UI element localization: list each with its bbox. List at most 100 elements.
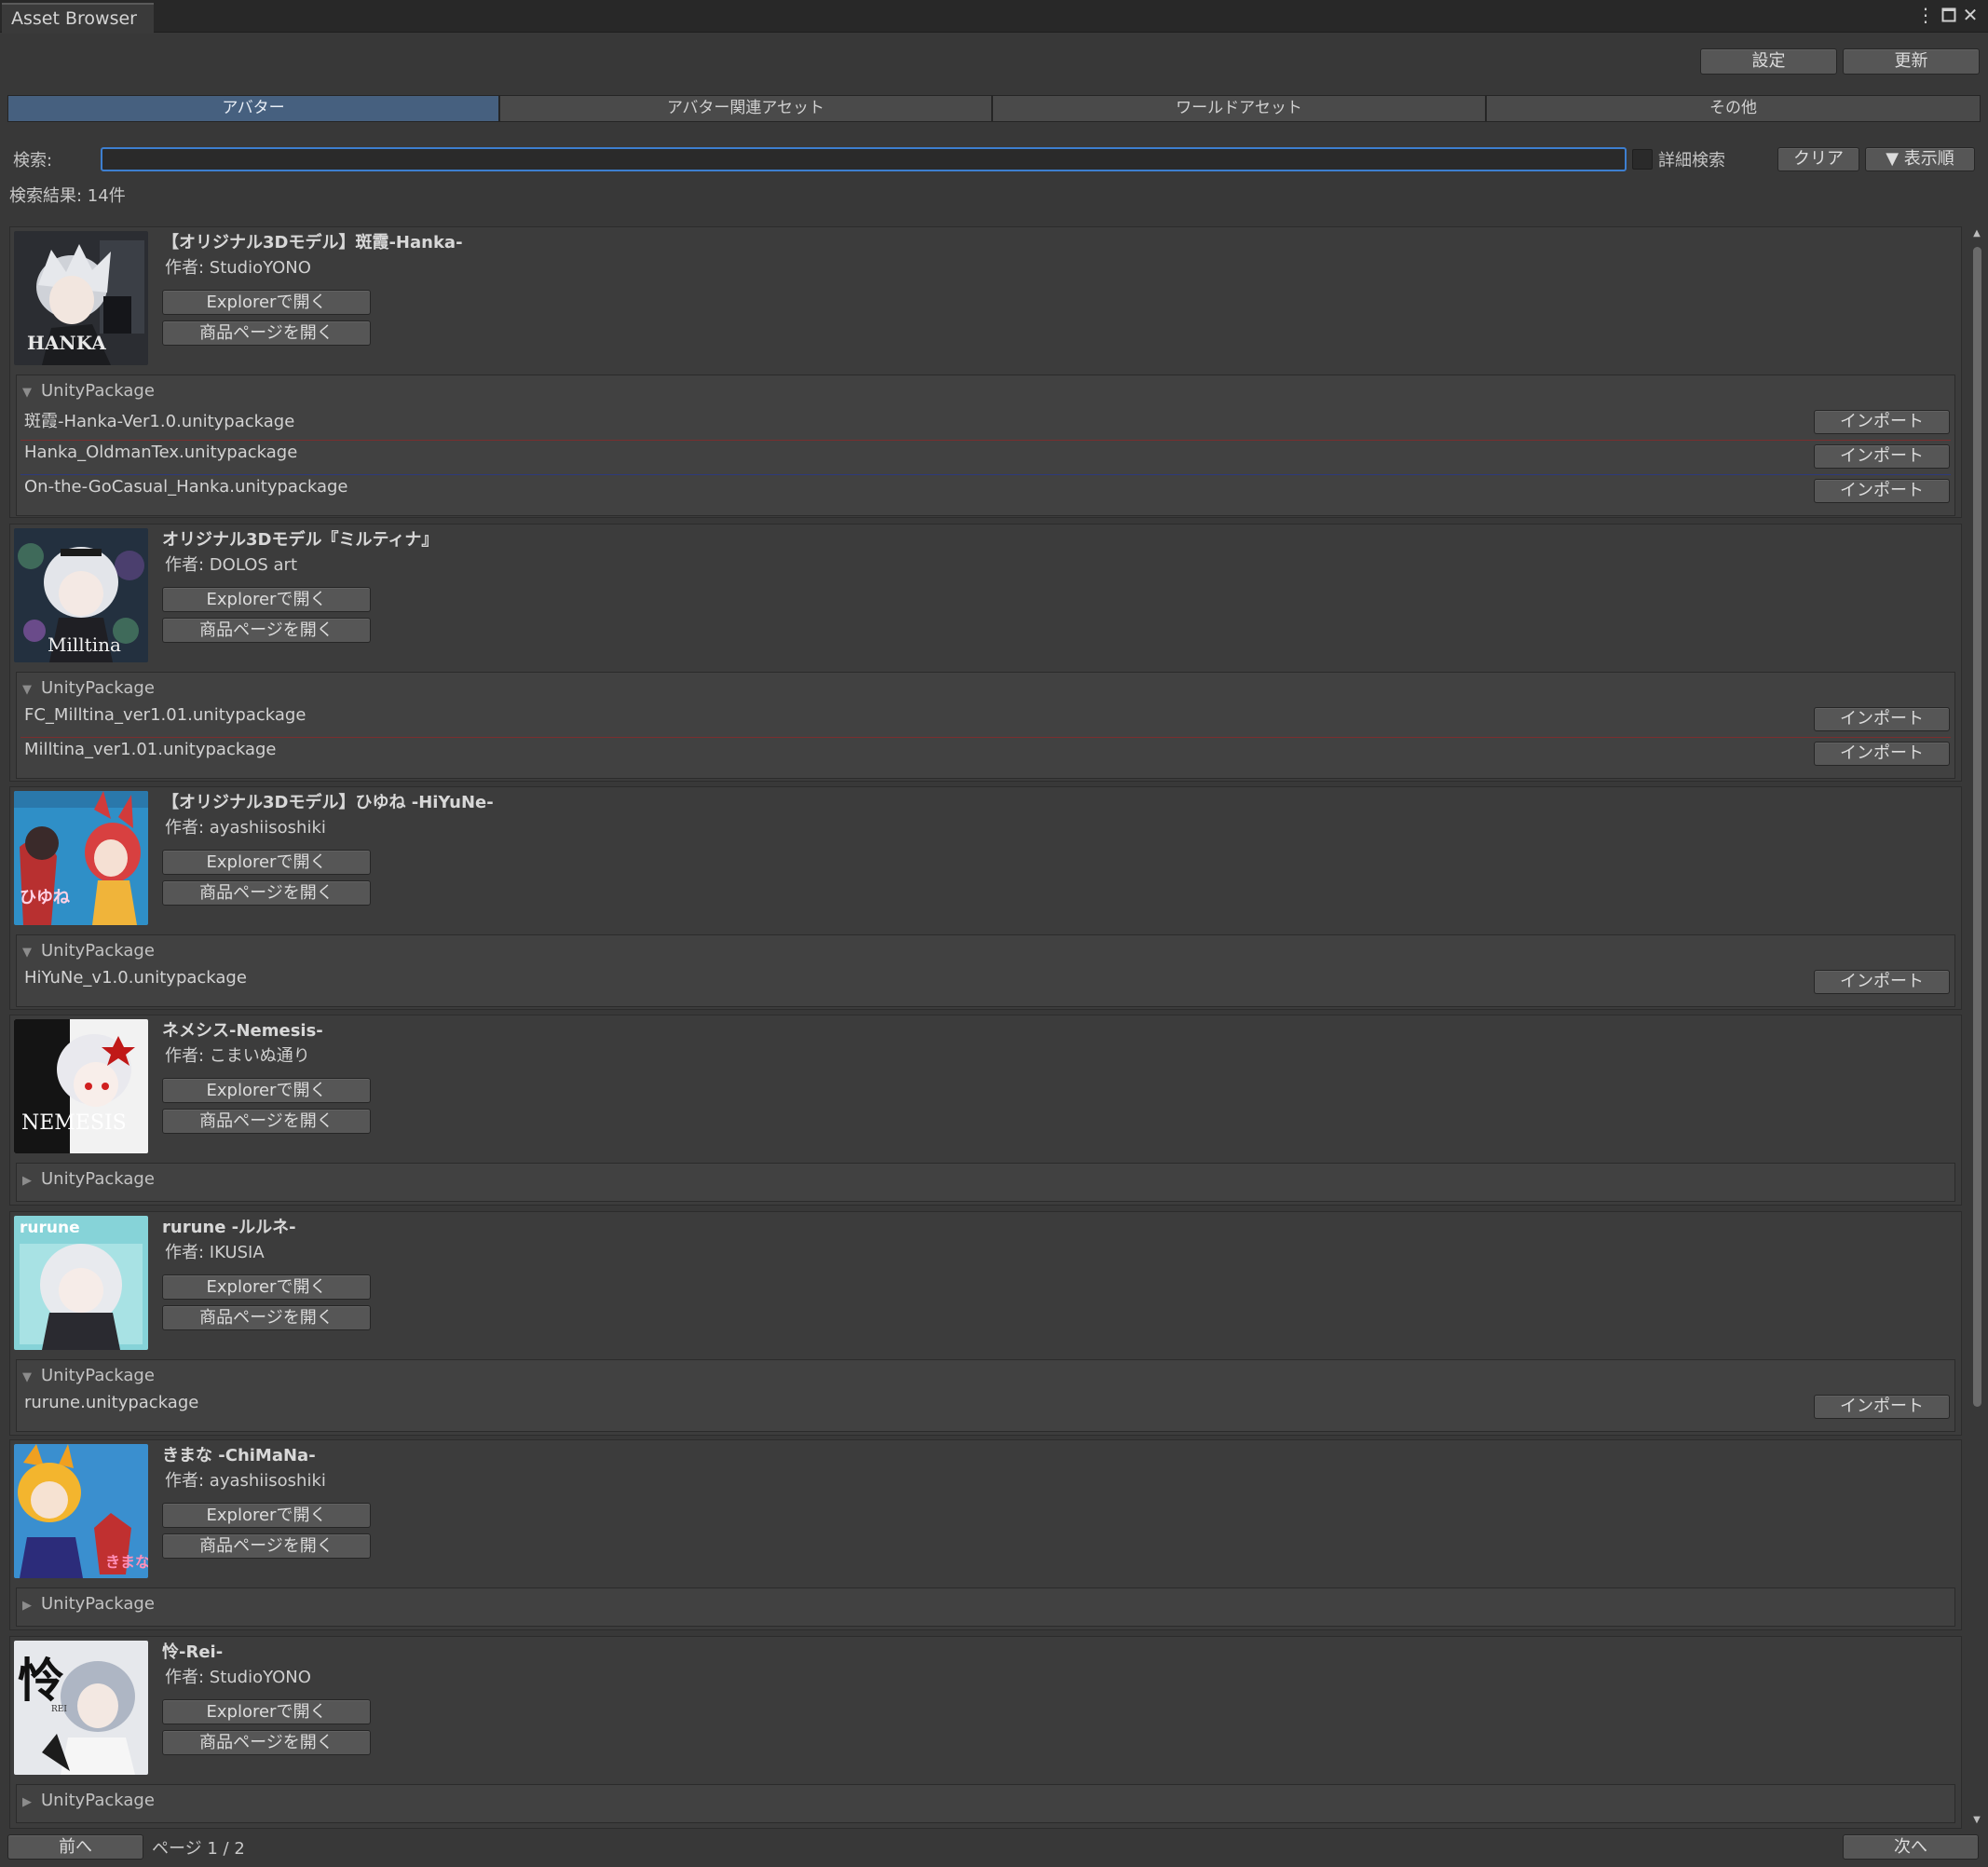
open-store-page-button[interactable]: 商品ページを開く (162, 1730, 371, 1755)
asset-thumbnail: 怜 REI (14, 1641, 148, 1775)
svg-text:REI: REI (51, 1705, 67, 1714)
package-row: HiYuNe_v1.0.unitypackage インポート (17, 965, 1954, 1000)
svg-text:きまな: きまな (105, 1553, 148, 1571)
asset-title: 怜-Rei- (162, 1642, 224, 1662)
unitypackage-section: ▼ UnityPackage 斑霞-Hanka-Ver1.0.unitypacka… (16, 375, 1955, 516)
unitypackage-foldout[interactable]: ▼ UnityPackage (22, 1363, 155, 1389)
vertical-scrollbar[interactable]: ▲ ▼ (1969, 226, 1984, 1829)
asset-card: Milltina オリジナル3Dモデル『ミルティナ』 作者: DOLOS art… (9, 524, 1962, 782)
import-button[interactable]: インポート (1814, 479, 1950, 503)
open-explorer-button[interactable]: Explorerで開く (162, 850, 371, 875)
close-icon[interactable]: ✕ (1960, 4, 1981, 26)
scroll-up-icon[interactable]: ▲ (1972, 228, 1981, 238)
maximize-icon[interactable] (1939, 4, 1959, 26)
import-button[interactable]: インポート (1814, 742, 1950, 766)
open-store-page-button[interactable]: 商品ページを開く (162, 1305, 371, 1330)
package-row: On-the-GoCasual_Hanka.unitypackage インポート (17, 474, 1954, 509)
window-title: Asset Browser (11, 8, 137, 29)
svg-text:rurune: rurune (20, 1219, 80, 1237)
unitypackage-section: ▼ UnityPackage FC_Milltina_ver1.01.unityp… (16, 672, 1955, 779)
package-row: 斑霞-Hanka-Ver1.0.unitypackage インポート (17, 405, 1954, 440)
prev-page-button[interactable]: 前へ (7, 1834, 143, 1860)
unitypackage-foldout[interactable]: ▼ UnityPackage (22, 938, 155, 964)
tab-world-assets[interactable]: ワールドアセット (992, 95, 1486, 122)
asset-author: 作者: StudioYONO (165, 258, 311, 278)
unitypackage-foldout[interactable]: ▶ UnityPackage (22, 1166, 155, 1192)
import-button[interactable]: インポート (1814, 444, 1950, 469)
clear-button[interactable]: クリア (1777, 147, 1859, 171)
open-explorer-button[interactable]: Explorerで開く (162, 1274, 371, 1300)
package-filename: FC_Milltina_ver1.01.unitypackage (24, 705, 306, 725)
asset-thumbnail: HANKA (14, 231, 148, 365)
asset-author: 作者: ayashiisoshiki (165, 1471, 326, 1491)
package-filename: Hanka_OldmanTex.unitypackage (24, 443, 298, 462)
unitypackage-foldout[interactable]: ▼ UnityPackage (22, 378, 155, 404)
import-button[interactable]: インポート (1814, 707, 1950, 731)
open-store-page-button[interactable]: 商品ページを開く (162, 618, 371, 643)
foldout-expanded-icon: ▼ (22, 946, 32, 960)
asset-author: 作者: StudioYONO (165, 1668, 311, 1687)
advanced-search-checkbox[interactable] (1632, 149, 1653, 170)
search-label: 検索: (13, 151, 53, 170)
asset-card: rurune rurune -ルルネ- 作者: IKUSIA Explorerで… (9, 1211, 1962, 1436)
asset-author: 作者: こまいぬ通り (165, 1046, 310, 1066)
open-store-page-button[interactable]: 商品ページを開く (162, 320, 371, 346)
open-store-page-button[interactable]: 商品ページを開く (162, 1533, 371, 1559)
settings-button[interactable]: 設定 (1700, 48, 1837, 75)
asset-card: HANKA 【オリジナル3Dモデル】斑霞-Hanka- 作者: StudioYO… (9, 226, 1962, 518)
unitypackage-section: ▼ UnityPackage HiYuNe_v1.0.unitypackage イ… (16, 934, 1955, 1007)
package-row: rurune.unitypackage インポート (17, 1390, 1954, 1424)
asset-author: 作者: ayashiisoshiki (165, 818, 326, 838)
next-page-button[interactable]: 次へ (1843, 1834, 1979, 1860)
foldout-collapsed-icon: ▶ (22, 1174, 32, 1188)
package-row: Milltina_ver1.01.unitypackage インポート (17, 737, 1954, 771)
foldout-expanded-icon: ▼ (22, 386, 32, 400)
asset-author: 作者: DOLOS art (165, 555, 298, 575)
refresh-button[interactable]: 更新 (1843, 48, 1980, 75)
svg-text:Milltina: Milltina (48, 634, 121, 656)
sort-order-button[interactable]: ▼ 表示順 (1865, 147, 1975, 171)
import-button[interactable]: インポート (1814, 970, 1950, 994)
category-tabs: アバター アバター関連アセット ワールドアセット その他 (7, 95, 1981, 122)
tab-avatar[interactable]: アバター (7, 95, 499, 122)
title-bar: Asset Browser ⋮ ✕ (0, 0, 1988, 34)
open-explorer-button[interactable]: Explorerで開く (162, 290, 371, 315)
foldout-collapsed-icon: ▶ (22, 1599, 32, 1613)
unitypackage-section: ▼ UnityPackage rurune.unitypackage インポート (16, 1359, 1955, 1432)
open-store-page-button[interactable]: 商品ページを開く (162, 1109, 371, 1134)
window-tab[interactable]: Asset Browser (2, 3, 154, 34)
unitypackage-foldout[interactable]: ▼ UnityPackage (22, 675, 155, 702)
asset-thumbnail: ひゆね (14, 791, 148, 925)
open-explorer-button[interactable]: Explorerで開く (162, 587, 371, 612)
import-button[interactable]: インポート (1814, 410, 1950, 434)
svg-text:HANKA: HANKA (27, 332, 106, 354)
unitypackage-foldout[interactable]: ▶ UnityPackage (22, 1788, 155, 1814)
tab-other[interactable]: その他 (1486, 95, 1981, 122)
scroll-thumb[interactable] (1973, 247, 1981, 1407)
asset-title: オリジナル3Dモデル『ミルティナ』 (162, 530, 439, 550)
advanced-search-label: 詳細検索 (1658, 151, 1725, 170)
asset-title: きまな -ChiMaNa- (162, 1446, 316, 1465)
svg-text:怜: 怜 (18, 1653, 64, 1708)
import-button[interactable]: インポート (1814, 1395, 1950, 1419)
asset-title: 【オリジナル3Dモデル】ひゆね -HiYuNe- (162, 793, 494, 812)
open-store-page-button[interactable]: 商品ページを開く (162, 880, 371, 906)
open-explorer-button[interactable]: Explorerで開く (162, 1503, 371, 1528)
asset-card: 怜 REI 怜-Rei- 作者: StudioYONO Explorerで開く … (9, 1636, 1962, 1829)
search-input[interactable] (101, 147, 1627, 171)
package-filename: rurune.unitypackage (24, 1393, 199, 1412)
unitypackage-section: ▶ UnityPackage (16, 1784, 1955, 1823)
asset-card: きまな きまな -ChiMaNa- 作者: ayashiisoshiki Exp… (9, 1439, 1962, 1630)
asset-card: NEMESIS ネメシス-Nemesis- 作者: こまいぬ通り Explore… (9, 1015, 1962, 1206)
asset-thumbnail: きまな (14, 1444, 148, 1578)
asset-thumbnail: rurune (14, 1216, 148, 1350)
unitypackage-foldout[interactable]: ▶ UnityPackage (22, 1591, 155, 1617)
asset-list: HANKA 【オリジナル3Dモデル】斑霞-Hanka- 作者: StudioYO… (9, 226, 1962, 1829)
asset-title: 【オリジナル3Dモデル】斑霞-Hanka- (162, 233, 463, 252)
open-explorer-button[interactable]: Explorerで開く (162, 1078, 371, 1103)
more-menu-icon[interactable]: ⋮ (1915, 4, 1936, 26)
package-row: Hanka_OldmanTex.unitypackage インポート (17, 440, 1954, 474)
tab-avatar-related-assets[interactable]: アバター関連アセット (499, 95, 992, 122)
open-explorer-button[interactable]: Explorerで開く (162, 1699, 371, 1724)
scroll-down-icon[interactable]: ▼ (1972, 1815, 1981, 1825)
